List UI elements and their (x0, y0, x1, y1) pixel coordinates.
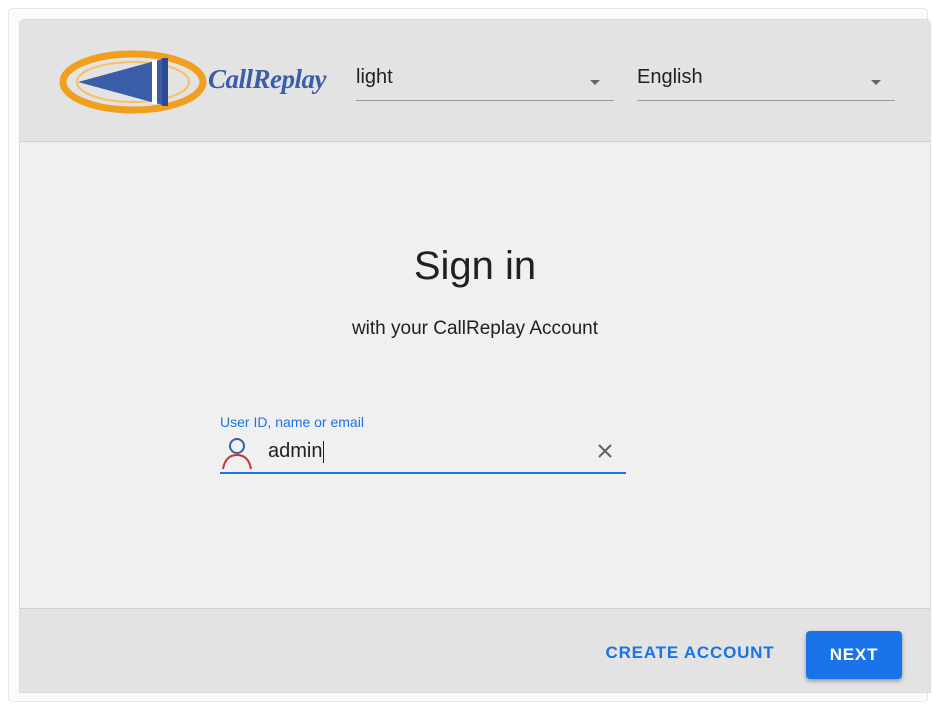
language-select[interactable]: English (637, 60, 895, 101)
person-icon (222, 438, 252, 470)
page-subtitle: with your CallReplay Account (351, 318, 599, 339)
user-id-field[interactable]: User ID, name or email admin (220, 414, 626, 474)
callreplay-logo-icon (59, 50, 207, 114)
next-button[interactable]: NEXT (806, 631, 902, 679)
logo-text: CallReplay (208, 64, 327, 94)
text-cursor (323, 440, 325, 463)
sign-in-content: Sign in with your CallReplay Account Use… (20, 142, 930, 608)
clear-icon[interactable] (596, 442, 614, 460)
footer-bar: CREATE ACCOUNT NEXT (20, 608, 930, 692)
dropdown-caret-icon (871, 80, 881, 85)
language-select-value: English (637, 66, 703, 88)
user-id-input[interactable]: admin (268, 440, 568, 463)
theme-select-value: light (356, 66, 393, 88)
create-account-button[interactable]: CREATE ACCOUNT (594, 633, 786, 673)
sign-in-card: CallReplay light English Sign in with yo… (20, 20, 930, 692)
user-id-field-label: User ID, name or email (220, 414, 364, 430)
field-underline (220, 472, 626, 474)
header-bar: CallReplay light English (20, 20, 930, 142)
theme-select[interactable]: light (356, 60, 614, 101)
dropdown-caret-icon (590, 80, 600, 85)
user-id-input-value: admin (268, 440, 323, 462)
page-title: Sign in (413, 244, 537, 288)
